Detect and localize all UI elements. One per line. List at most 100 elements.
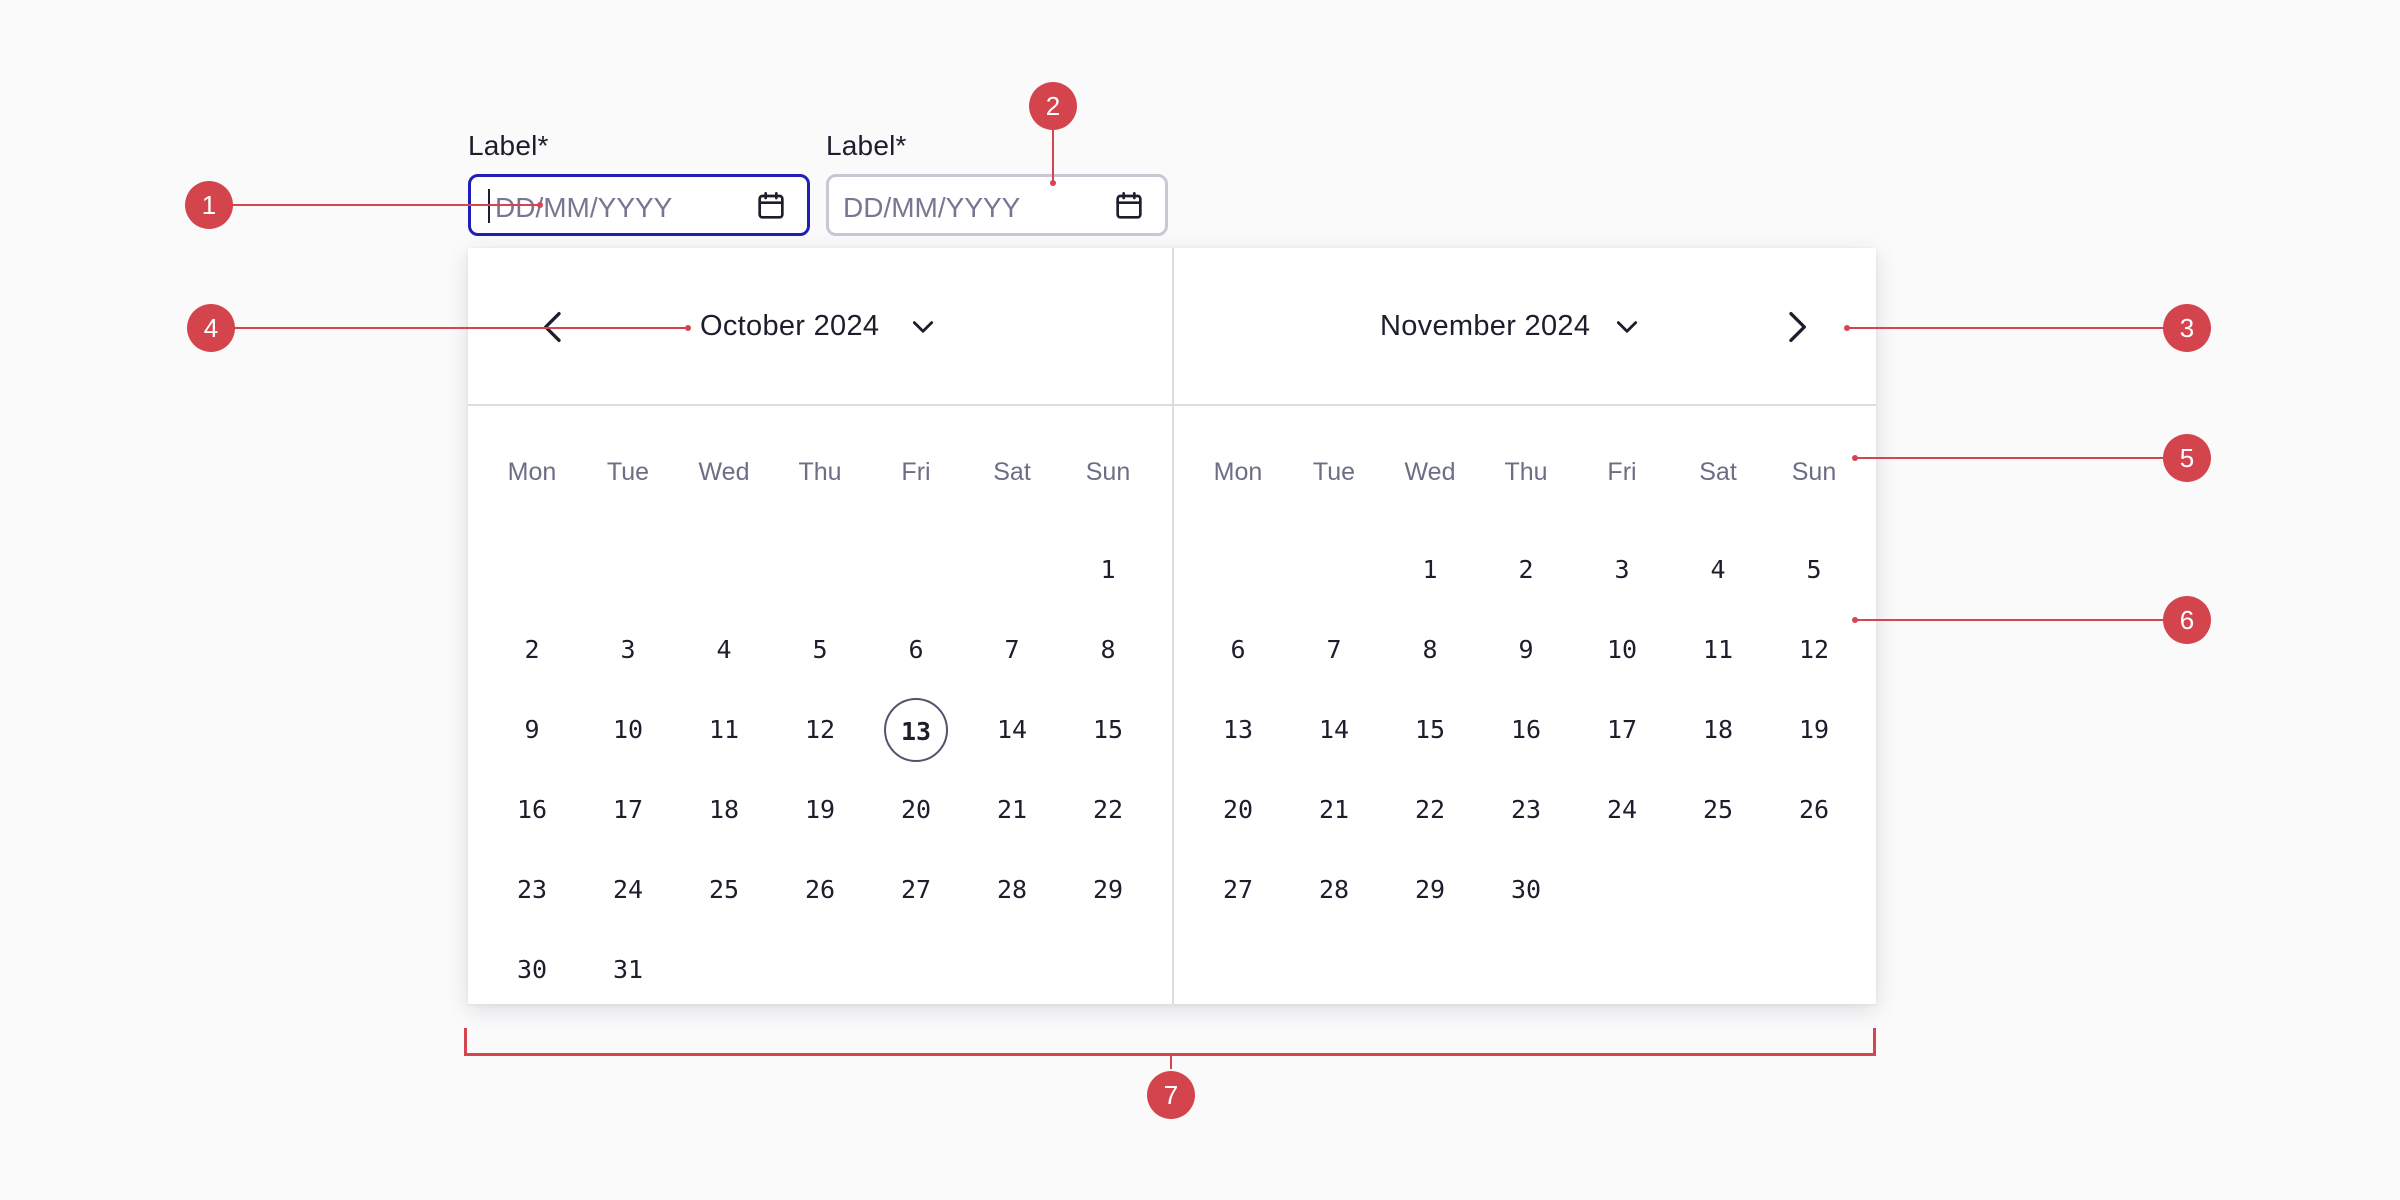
weekday-label: Mon	[507, 458, 557, 486]
month-title-right[interactable]: November 2024	[1380, 310, 1590, 343]
day-cell[interactable]: 19	[1782, 698, 1846, 762]
day-cell[interactable]: 20	[1206, 778, 1270, 842]
date-range-calendar-popup: October 2024 Mon Tue Wed Thu Fri Sat Sun 12345…	[468, 248, 1876, 1004]
day-cell[interactable]: 14	[980, 698, 1044, 762]
annotation-dot-6	[1852, 617, 1858, 623]
month-panel-left: October 2024 Mon Tue Wed Thu Fri Sat Sun 12345…	[468, 248, 1172, 1004]
day-cell[interactable]: 20	[884, 778, 948, 842]
day-cell[interactable]: 30	[1494, 858, 1558, 922]
day-cell[interactable]: 17	[596, 778, 660, 842]
annotation-line-4	[232, 327, 688, 329]
day-cell[interactable]: 11	[692, 698, 756, 762]
day-cell[interactable]: 18	[692, 778, 756, 842]
day-cell[interactable]: 12	[1782, 618, 1846, 682]
day-cell[interactable]: 15	[1076, 698, 1140, 762]
day-cell[interactable]: 26	[1782, 778, 1846, 842]
weekday-label: Thu	[798, 458, 842, 486]
day-cell[interactable]: 1	[1398, 538, 1462, 602]
day-cell[interactable]: 5	[788, 618, 852, 682]
day-cell[interactable]: 3	[596, 618, 660, 682]
calendar-icon[interactable]	[755, 190, 787, 222]
day-cell[interactable]: 6	[884, 618, 948, 682]
day-cell[interactable]: 9	[500, 698, 564, 762]
next-month-button[interactable]	[1776, 307, 1816, 347]
annotation-bracket-7-left	[464, 1028, 467, 1056]
day-cell[interactable]: 21	[980, 778, 1044, 842]
day-cell[interactable]: 17	[1590, 698, 1654, 762]
annotation-dot-2	[1050, 180, 1056, 186]
annotation-bracket-7-right	[1873, 1028, 1876, 1056]
weekday-label: Sat	[1699, 458, 1737, 486]
day-cell[interactable]: 14	[1302, 698, 1366, 762]
day-cell[interactable]: 31	[596, 938, 660, 1002]
day-cell[interactable]: 25	[1686, 778, 1750, 842]
day-cell[interactable]: 7	[1302, 618, 1366, 682]
annotation-line-7	[1170, 1055, 1172, 1069]
weekday-label: Sun	[1791, 458, 1837, 486]
day-cell[interactable]: 1	[1076, 538, 1140, 602]
annotation-badge-3: 3	[2163, 304, 2211, 352]
day-cell[interactable]: 11	[1686, 618, 1750, 682]
month-title-left[interactable]: October 2024	[700, 310, 879, 343]
day-cell[interactable]: 2	[500, 618, 564, 682]
day-cell[interactable]: 21	[1302, 778, 1366, 842]
annotation-line-1	[232, 204, 540, 206]
day-cell[interactable]: 13	[1206, 698, 1270, 762]
day-cell-today[interactable]: 13	[884, 698, 948, 762]
annotation-dot-5	[1852, 455, 1858, 461]
day-cell[interactable]: 23	[500, 858, 564, 922]
annotation-line-2	[1052, 130, 1054, 182]
annotation-line-6	[1856, 619, 2164, 621]
day-cell[interactable]: 22	[1398, 778, 1462, 842]
day-cell[interactable]: 2	[1494, 538, 1558, 602]
date-input[interactable]: DD/MM/YYYY	[826, 174, 1168, 236]
day-cell[interactable]: 26	[788, 858, 852, 922]
day-cell[interactable]: 15	[1398, 698, 1462, 762]
day-cell[interactable]: 8	[1398, 618, 1462, 682]
day-cell[interactable]: 10	[1590, 618, 1654, 682]
annotation-dot-3	[1844, 325, 1850, 331]
day-cell[interactable]: 23	[1494, 778, 1558, 842]
weekday-label: Sun	[1085, 458, 1131, 486]
date-placeholder: DD/MM/YYYY	[495, 192, 673, 223]
chevron-down-icon[interactable]	[1614, 318, 1640, 338]
day-cell[interactable]: 28	[980, 858, 1044, 922]
day-cell[interactable]: 7	[980, 618, 1044, 682]
weekday-label: Mon	[1213, 458, 1263, 486]
annotation-badge-4: 4	[187, 304, 235, 352]
day-cell[interactable]: 27	[1206, 858, 1270, 922]
month-panel-right: November 2024 Mon Tue Wed Thu Fri Sat Sun 1234…	[1172, 248, 1876, 1004]
day-cell[interactable]: 12	[788, 698, 852, 762]
day-cell[interactable]: 30	[500, 938, 564, 1002]
required-mark: *	[895, 130, 907, 161]
day-cell[interactable]: 3	[1590, 538, 1654, 602]
day-cell[interactable]: 29	[1076, 858, 1140, 922]
day-cell[interactable]: 27	[884, 858, 948, 922]
calendar-icon[interactable]	[1113, 190, 1145, 222]
day-cell[interactable]: 10	[596, 698, 660, 762]
annotation-line-5	[1856, 457, 2164, 459]
day-cell[interactable]: 19	[788, 778, 852, 842]
weekday-label: Tue	[606, 458, 650, 486]
annotation-badge-7: 7	[1147, 1071, 1195, 1119]
day-cell[interactable]: 5	[1782, 538, 1846, 602]
day-cell[interactable]: 24	[596, 858, 660, 922]
day-cell[interactable]: 28	[1302, 858, 1366, 922]
day-cell[interactable]: 24	[1590, 778, 1654, 842]
day-cell[interactable]: 6	[1206, 618, 1270, 682]
day-cell[interactable]: 22	[1076, 778, 1140, 842]
day-cell[interactable]: 18	[1686, 698, 1750, 762]
annotation-badge-5: 5	[2163, 434, 2211, 482]
day-cell[interactable]: 4	[1686, 538, 1750, 602]
annotation-badge-1: 1	[185, 181, 233, 229]
annotation-badge-2: 2	[1029, 82, 1077, 130]
day-cell[interactable]: 25	[692, 858, 756, 922]
day-cell[interactable]: 9	[1494, 618, 1558, 682]
day-cell[interactable]: 4	[692, 618, 756, 682]
text-caret	[488, 189, 490, 223]
day-cell[interactable]: 16	[500, 778, 564, 842]
day-cell[interactable]: 16	[1494, 698, 1558, 762]
day-cell[interactable]: 8	[1076, 618, 1140, 682]
chevron-down-icon[interactable]	[910, 318, 936, 338]
day-cell[interactable]: 29	[1398, 858, 1462, 922]
